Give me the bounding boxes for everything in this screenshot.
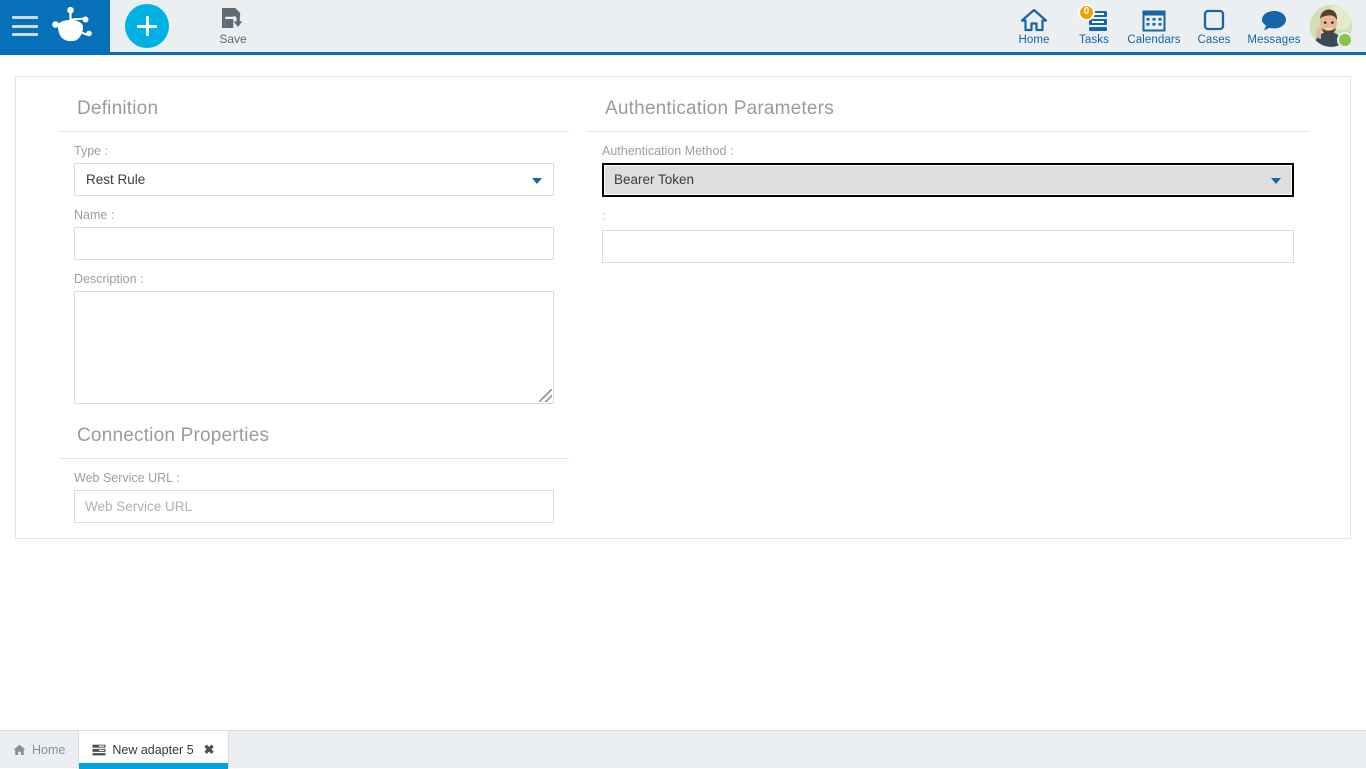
description-textarea[interactable] — [74, 291, 554, 404]
tab-home-label: Home — [32, 743, 65, 757]
definition-column: Definition Type : Rest Rule Name : Descr… — [59, 77, 569, 523]
nav-item-calendars[interactable]: Calendars — [1124, 0, 1184, 52]
tab-new-adapter-5[interactable]: New adapter 5 ✖ — [78, 731, 228, 768]
token-label: : — [587, 209, 1309, 225]
web-service-url-label: Web Service URL : — [59, 471, 569, 485]
authentication-method-value: Bearer Token — [614, 172, 694, 187]
tasks-badge: 0 — [1078, 4, 1095, 21]
tab-new-adapter-5-label: New adapter 5 — [112, 743, 193, 757]
nav-label-home: Home — [1018, 34, 1049, 46]
floppy-disk-download-icon — [220, 6, 246, 31]
bottom-tab-bar: Home New adapter 5 ✖ — [0, 730, 1366, 768]
adapter-config-card: Definition Type : Rest Rule Name : Descr… — [15, 76, 1351, 539]
type-select-value: Rest Rule — [86, 172, 145, 187]
avatar[interactable] — [1310, 5, 1352, 47]
section-divider — [59, 458, 569, 459]
house-icon — [13, 744, 26, 756]
section-divider — [587, 131, 1309, 132]
tab-progress-indicator — [79, 763, 227, 769]
authentication-column: Authentication Parameters Authentication… — [587, 77, 1309, 263]
calendar-icon — [1142, 7, 1166, 32]
save-label: Save — [219, 32, 246, 46]
name-input[interactable] — [74, 227, 554, 260]
description-label: Description : — [59, 272, 569, 286]
bonita-logo-icon[interactable] — [48, 6, 94, 46]
nav-item-tasks[interactable]: 0 Tasks — [1064, 0, 1124, 52]
section-divider — [59, 131, 569, 132]
status-dot-online — [1337, 32, 1353, 48]
brand-block — [0, 0, 110, 52]
type-label: Type : — [59, 144, 569, 158]
chevron-down-icon — [532, 178, 542, 184]
web-service-url-input[interactable]: Web Service URL — [74, 490, 554, 523]
rounded-square-icon — [1202, 7, 1226, 32]
nav-group: Home 0 Tasks — [1004, 0, 1366, 52]
workspace: Definition Type : Rest Rule Name : Descr… — [0, 55, 1366, 730]
nav-item-home[interactable]: Home — [1004, 0, 1064, 52]
speech-bubble-icon — [1261, 7, 1287, 32]
type-select[interactable]: Rest Rule — [74, 163, 554, 196]
authentication-method-select[interactable]: Bearer Token — [602, 163, 1294, 197]
task-list-icon: 0 — [1080, 7, 1108, 32]
section-title-connection: Connection Properties — [59, 404, 569, 447]
adapter-icon — [92, 744, 106, 756]
nav-label-calendars: Calendars — [1127, 34, 1180, 46]
save-button[interactable]: Save — [205, 6, 261, 46]
add-button[interactable] — [125, 4, 169, 48]
tab-home[interactable]: Home — [0, 731, 78, 768]
nav-label-cases: Cases — [1197, 34, 1230, 46]
nav-item-messages[interactable]: Messages — [1244, 0, 1304, 52]
house-icon — [1021, 7, 1047, 32]
nav-label-messages: Messages — [1247, 34, 1300, 46]
top-toolbar: Save Home 0 Tasks — [0, 0, 1366, 52]
nav-label-tasks: Tasks — [1079, 34, 1109, 46]
resize-handle-icon[interactable] — [539, 389, 552, 402]
authentication-method-label: Authentication Method : — [587, 144, 1309, 158]
token-input[interactable] — [602, 230, 1294, 263]
close-icon[interactable]: ✖ — [204, 742, 215, 758]
nav-item-cases[interactable]: Cases — [1184, 0, 1244, 52]
name-label: Name : — [59, 208, 569, 222]
section-title-authentication: Authentication Parameters — [587, 77, 1309, 120]
chevron-down-icon — [1271, 178, 1281, 184]
section-title-definition: Definition — [59, 77, 569, 120]
hamburger-icon[interactable] — [12, 16, 38, 36]
